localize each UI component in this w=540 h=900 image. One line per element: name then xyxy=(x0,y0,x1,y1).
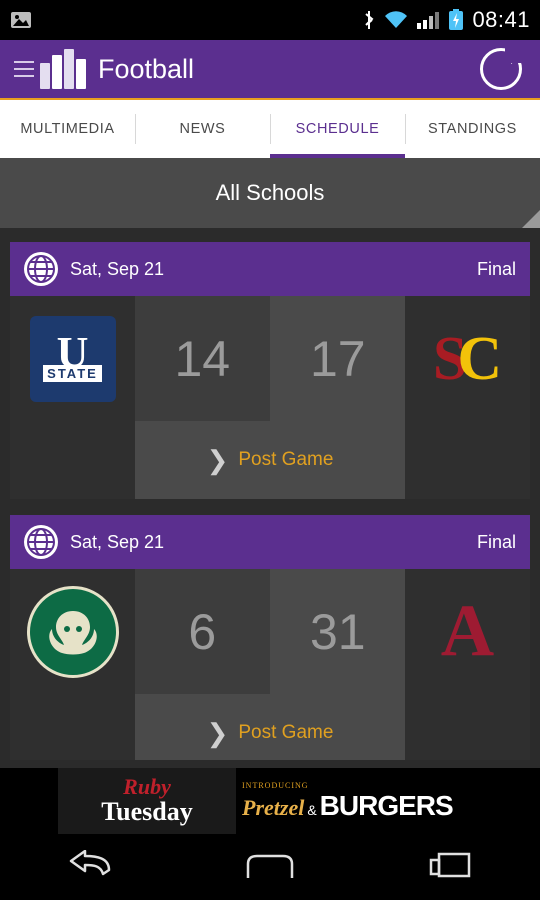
away-team-score: 6 xyxy=(135,569,271,694)
app-bar: Football xyxy=(0,40,540,100)
ad-banner[interactable]: Ruby Tuesday INTRODUCING Pretzel & BURGE… xyxy=(0,768,540,834)
post-game-label: Post Game xyxy=(238,449,334,470)
school-filter-label: All Schools xyxy=(215,180,325,205)
alabama-logo: A xyxy=(440,590,495,673)
recents-icon[interactable] xyxy=(405,844,495,890)
ad-brand-line1: Ruby xyxy=(123,774,171,800)
ad-content[interactable]: Ruby Tuesday INTRODUCING Pretzel & BURGE… xyxy=(58,768,482,834)
system-navigation-bar xyxy=(0,834,540,900)
game-date: Sat, Sep 21 xyxy=(70,258,165,279)
chevron-right-icon: ❯ xyxy=(206,717,229,748)
ad-brand-line2: Tuesday xyxy=(101,797,193,827)
away-team-logo: U STATE xyxy=(10,296,135,421)
school-filter[interactable]: All Schools xyxy=(0,158,540,228)
colorado-state-logo xyxy=(26,585,119,678)
post-game-label: Post Game xyxy=(238,722,334,743)
game-header: Sat, Sep 21 Final xyxy=(10,242,530,296)
page-title: Football xyxy=(98,53,195,84)
status-bar-clock: 08:41 xyxy=(472,7,530,32)
ad-headline: Pretzel & BURGERS xyxy=(242,790,482,822)
hamburger-icon[interactable] xyxy=(14,61,34,77)
home-team-logo: SC xyxy=(405,296,530,421)
phone-screen: 08:41 Football MULTIMEDIA NEWS SCHEDULE … xyxy=(0,0,540,900)
action-row-spacer-right xyxy=(405,694,530,760)
home-team-score: 17 xyxy=(270,296,405,421)
game-score-row: U STATE 14 17 SC xyxy=(10,296,530,421)
action-row-spacer-right xyxy=(405,421,530,499)
battery-icon xyxy=(448,9,464,31)
status-bar-system-icons: 08:41 xyxy=(362,7,530,33)
ad-item2: BURGERS xyxy=(319,789,454,821)
status-bar: 08:41 xyxy=(0,0,540,40)
back-icon[interactable] xyxy=(45,844,135,890)
game-date: Sat, Sep 21 xyxy=(70,531,165,552)
utah-state-logo: U STATE xyxy=(29,315,116,402)
chevron-right-icon: ❯ xyxy=(206,444,229,475)
ad-message: INTRODUCING Pretzel & BURGERS xyxy=(236,768,482,834)
tab-news[interactable]: NEWS xyxy=(135,100,270,158)
game-card[interactable]: Sat, Sep 21 Final 6 31 A ❯ Post Game xyxy=(10,515,530,760)
ad-item1: Pretzel xyxy=(242,794,305,820)
game-header: Sat, Sep 21 Final xyxy=(10,515,530,569)
game-card[interactable]: Sat, Sep 21 Final U STATE 14 17 SC ❯ Pos… xyxy=(10,242,530,499)
game-action-row[interactable]: ❯ Post Game xyxy=(10,421,530,499)
tab-schedule[interactable]: SCHEDULE xyxy=(270,100,405,158)
away-team-logo xyxy=(10,569,135,694)
action-row-spacer-left xyxy=(10,694,135,760)
away-team-score: 14 xyxy=(135,296,271,421)
home-team-score: 31 xyxy=(270,569,405,694)
post-game-button[interactable]: ❯ Post Game xyxy=(135,694,405,760)
globe-icon xyxy=(24,525,58,559)
tab-standings[interactable]: STANDINGS xyxy=(405,100,540,158)
home-team-logo: A xyxy=(405,569,530,694)
wifi-icon xyxy=(384,10,408,30)
stadium-logo-icon xyxy=(40,49,86,89)
action-row-spacer-left xyxy=(10,421,135,499)
tab-multimedia[interactable]: MULTIMEDIA xyxy=(0,100,135,158)
bluetooth-icon xyxy=(362,9,376,31)
refresh-icon[interactable] xyxy=(480,48,522,90)
tab-bar: MULTIMEDIA NEWS SCHEDULE STANDINGS xyxy=(0,100,540,158)
ad-brand: Ruby Tuesday xyxy=(58,768,236,834)
signal-icon xyxy=(416,10,440,30)
ad-ampersand: & xyxy=(307,801,317,818)
game-status: Final xyxy=(476,258,516,279)
ad-intro-text: INTRODUCING xyxy=(242,780,309,790)
usc-logo: SC xyxy=(432,324,503,393)
image-icon xyxy=(10,10,32,30)
schedule-list[interactable]: Sat, Sep 21 Final U STATE 14 17 SC ❯ Pos… xyxy=(0,228,540,760)
status-bar-notifications xyxy=(10,10,362,30)
home-icon[interactable] xyxy=(225,844,315,890)
game-action-row[interactable]: ❯ Post Game xyxy=(10,694,530,760)
globe-icon xyxy=(24,252,58,286)
game-score-row: 6 31 A xyxy=(10,569,530,694)
game-status: Final xyxy=(476,531,516,552)
post-game-button[interactable]: ❯ Post Game xyxy=(135,421,405,499)
